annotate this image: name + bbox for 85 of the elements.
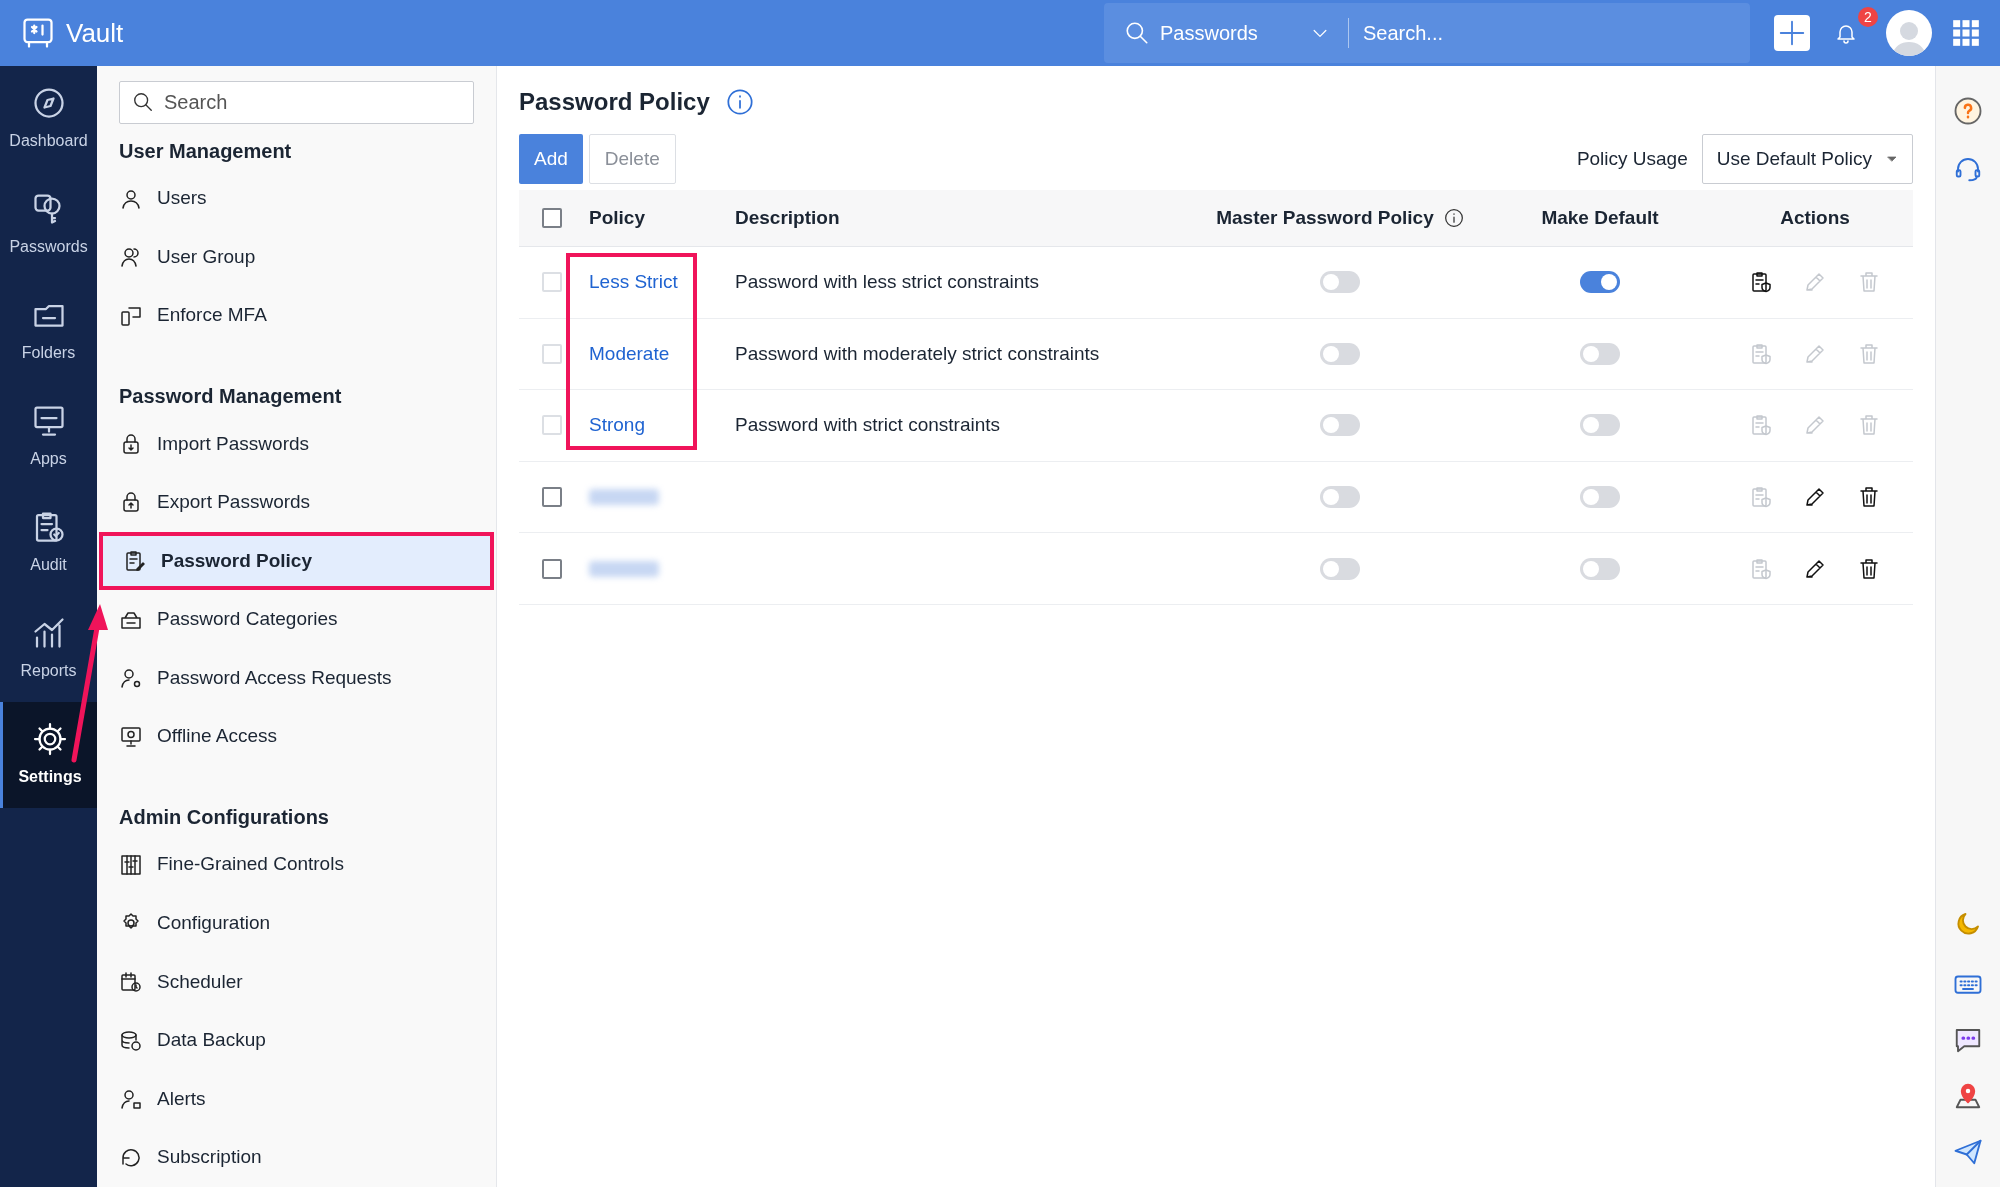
clipboard-shield-icon[interactable]: [1749, 413, 1773, 438]
section-heading: User Management: [119, 138, 293, 164]
toggle-switch[interactable]: [1580, 342, 1620, 365]
nav-rail-item[interactable]: Audit: [0, 490, 97, 596]
plus-icon: [1777, 18, 1807, 48]
nav-rail-item[interactable]: Apps: [0, 384, 97, 490]
info-icon[interactable]: [725, 88, 754, 116]
menu-search-field[interactable]: Search: [119, 81, 474, 124]
toggle-switch[interactable]: [1580, 414, 1620, 437]
avatar[interactable]: [1886, 10, 1932, 56]
column-header: Master Password Policy: [1216, 205, 1434, 230]
clipboard-shield-icon[interactable]: [1749, 270, 1773, 295]
menu-item[interactable]: Export Passwords: [119, 473, 474, 532]
trash-icon[interactable]: [1857, 556, 1881, 581]
nav-rail-item[interactable]: Passwords: [0, 172, 97, 278]
table-cell-text: Password with less strict constraints: [735, 270, 1040, 295]
page-title: Password Policy: [519, 87, 710, 117]
column-header: Make Default: [1541, 205, 1659, 230]
sliders-icon: [119, 852, 143, 877]
nav-rail-item[interactable]: Dashboard: [0, 66, 97, 172]
app-name: Vault: [66, 16, 124, 50]
section-heading: Password Management: [119, 383, 343, 409]
monitor-icon: [119, 724, 143, 749]
person-gear-icon: [119, 666, 143, 691]
gear-icon: [32, 721, 68, 757]
help-icon[interactable]: [1953, 96, 1983, 126]
policy-link[interactable]: Strong: [589, 411, 645, 440]
menu-item[interactable]: Password Policy: [99, 531, 494, 591]
table-cell-text: Password with strict constraints: [735, 413, 1001, 438]
database-icon: [119, 1028, 143, 1053]
info-icon[interactable]: [1443, 208, 1464, 228]
menu-item[interactable]: Data Backup: [119, 1011, 474, 1070]
global-search-box[interactable]: Search...: [1349, 3, 1750, 63]
row-checkbox[interactable]: [542, 487, 562, 508]
nav-rail-item[interactable]: Settings: [0, 702, 97, 808]
toggle-switch[interactable]: [1580, 557, 1620, 580]
column-header: Description: [735, 205, 840, 230]
policy-usage-label: Policy Usage: [1576, 146, 1688, 171]
row-checkbox[interactable]: [542, 558, 562, 579]
column-header: Policy: [589, 205, 645, 230]
policy-link[interactable]: Less Strict: [589, 268, 678, 297]
toolbar-button[interactable]: Add: [519, 134, 583, 184]
toggle-switch[interactable]: [1320, 271, 1360, 294]
toggle-switch[interactable]: [1580, 486, 1620, 509]
policy-link[interactable]: Moderate: [589, 339, 670, 369]
paper-plane-icon[interactable]: [1953, 1137, 1983, 1167]
menu-item[interactable]: Offline Access: [119, 707, 474, 766]
person-lock-icon: [119, 1087, 143, 1112]
menu-item[interactable]: User Group: [119, 227, 474, 287]
toggle-switch[interactable]: [1320, 342, 1360, 365]
clipboard-shield-icon[interactable]: [1749, 341, 1773, 366]
search-icon: [132, 91, 154, 114]
search-icon: [1124, 20, 1150, 46]
trash-icon[interactable]: [1857, 485, 1881, 510]
policy-usage-dropdown[interactable]: Use Default Policy: [1701, 134, 1913, 184]
table-cell-text: Password with moderately strict constraints: [735, 341, 1100, 366]
menu-item[interactable]: Subscription: [119, 1128, 474, 1187]
menu-item[interactable]: Enforce MFA: [119, 286, 474, 346]
calendar-clock-icon: [119, 969, 143, 994]
search-input[interactable]: Search: [164, 87, 461, 118]
column-header: Actions: [1780, 205, 1850, 230]
menu-item[interactable]: Password Access Requests: [119, 648, 474, 708]
toggle-switch[interactable]: [1320, 557, 1360, 580]
menu-item[interactable]: Scheduler: [119, 952, 474, 1012]
toggle-switch[interactable]: [1580, 271, 1620, 294]
menu-item[interactable]: Configuration: [119, 894, 474, 953]
menu-item[interactable]: Alerts: [119, 1069, 474, 1129]
select-all-checkbox[interactable]: [542, 208, 562, 228]
toggle-switch[interactable]: [1320, 414, 1360, 437]
menu-item[interactable]: Fine-Grained Controls: [119, 835, 474, 895]
section-heading: Admin Configurations: [119, 804, 330, 830]
menu-item[interactable]: Password Categories: [119, 590, 474, 649]
menu-item[interactable]: Import Passwords: [119, 414, 474, 474]
apps-grid-icon[interactable]: [1952, 19, 1980, 47]
clipboard-edit-icon: [123, 548, 147, 573]
global-search-field[interactable]: Search...: [1349, 18, 1750, 48]
map-pin-icon[interactable]: [1953, 1081, 1983, 1111]
nav-rail-item[interactable]: Folders: [0, 278, 97, 384]
toggle-switch[interactable]: [1320, 486, 1360, 509]
add-button[interactable]: [1774, 15, 1810, 51]
clipboard-shield-icon[interactable]: [1749, 556, 1773, 581]
clipboard-shield-icon[interactable]: [1749, 485, 1773, 510]
nav-rail-item[interactable]: Reports: [0, 596, 97, 702]
menu-item[interactable]: Users: [119, 169, 474, 228]
notification-count: 2: [1858, 7, 1878, 27]
